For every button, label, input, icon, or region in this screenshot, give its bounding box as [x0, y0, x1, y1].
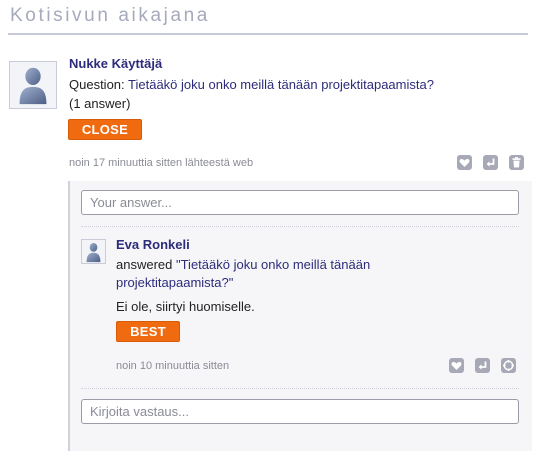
post-question: Question: Tietääkö joku onko meillä tänä… — [69, 76, 434, 94]
reply-button[interactable] — [483, 155, 498, 170]
reply-icon — [478, 361, 487, 370]
answer-author[interactable]: Eva Ronkeli — [116, 237, 190, 252]
heart-icon — [459, 158, 470, 167]
close-button[interactable]: CLOSE — [68, 119, 142, 140]
answer-input[interactable] — [81, 190, 519, 215]
answer-text: Ei ole, siirtyi huomiselle. — [116, 299, 255, 314]
delete-button[interactable] — [509, 155, 524, 170]
answer-meta: noin 10 minuuttia sitten — [116, 360, 230, 372]
best-button[interactable]: BEST — [116, 321, 180, 342]
question-link[interactable]: Tietääkö joku onko meillä tänään projekt… — [128, 77, 434, 92]
avatar[interactable] — [9, 61, 57, 109]
avatar[interactable] — [81, 239, 106, 264]
post-meta: noin 17 minuuttia sitten lähteestä web — [69, 157, 254, 169]
heart-icon — [451, 361, 462, 370]
like-button[interactable] — [449, 358, 464, 373]
answer-count: (1 answer) — [69, 96, 131, 111]
user-silhouette-icon — [86, 242, 101, 263]
title-divider — [8, 33, 528, 35]
reply-input[interactable] — [81, 399, 519, 424]
page-title: Kotisivun aikajana — [10, 5, 210, 26]
separator — [81, 388, 519, 389]
like-button[interactable] — [457, 155, 472, 170]
share-button[interactable] — [501, 358, 516, 373]
user-silhouette-icon — [19, 67, 47, 105]
separator — [81, 226, 519, 227]
reply-icon — [486, 158, 495, 167]
question-prefix: Question: — [69, 77, 129, 92]
answered-prefix: answered — [116, 257, 176, 272]
reply-button[interactable] — [475, 358, 490, 373]
post-author[interactable]: Nukke Käyttäjä — [69, 56, 162, 71]
share-icon — [503, 360, 514, 371]
answered-line: answered "Tietääkö joku onko meillä tänä… — [116, 256, 416, 292]
trash-icon — [512, 157, 521, 168]
